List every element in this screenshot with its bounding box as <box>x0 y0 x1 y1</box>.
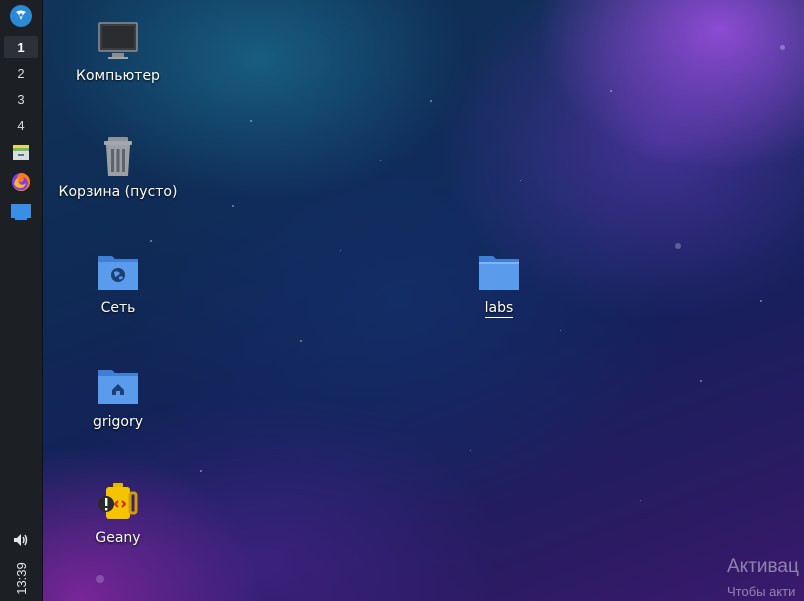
desktop-icon-trash[interactable]: Корзина (пусто) <box>58 134 178 200</box>
icon-label: Корзина (пусто) <box>58 184 178 200</box>
icon-label: Сеть <box>100 300 136 316</box>
workspace-4[interactable]: 4 <box>0 114 42 136</box>
watermark-subtitle: Чтобы акти <box>727 584 796 599</box>
firefox-icon <box>12 172 31 191</box>
clock-time: 13:39 <box>13 561 29 595</box>
icon-label: Компьютер <box>76 68 160 84</box>
network-folder-icon <box>98 256 138 290</box>
firefox-launcher[interactable] <box>0 170 42 194</box>
workspace-2[interactable]: 2 <box>0 62 42 84</box>
home-folder-icon <box>98 370 138 404</box>
workspace-3[interactable]: 3 <box>0 88 42 110</box>
desktop-icon-network[interactable]: Сеть <box>58 250 178 316</box>
applications-menu-button[interactable] <box>0 4 42 28</box>
file-manager-launcher[interactable] <box>0 140 42 164</box>
icon-label: labs <box>484 300 514 318</box>
volume-button[interactable] <box>0 530 42 550</box>
trash-icon <box>104 137 132 176</box>
icon-label: Geany <box>95 530 141 546</box>
watermark-title: Активац <box>727 556 799 577</box>
archive-icon <box>13 145 29 160</box>
icon-label: grigory <box>92 414 144 430</box>
folder-icon <box>479 256 519 290</box>
workspace-1[interactable]: 1 <box>4 36 38 58</box>
panel-clock[interactable]: 13:39 <box>0 556 42 600</box>
activation-watermark: Активац Чтобы акти <box>720 550 804 601</box>
show-desktop-launcher[interactable] <box>0 200 42 224</box>
speaker-icon <box>14 534 28 546</box>
geany-icon <box>98 483 138 519</box>
left-panel: 1 2 3 4 13:39 <box>0 0 43 601</box>
distro-logo-icon <box>10 5 32 27</box>
monitor-icon <box>98 22 138 59</box>
desktop-icon-geany[interactable]: Geany <box>58 480 178 546</box>
desktop-icon-labs[interactable]: labs <box>439 250 559 318</box>
desktop-icon-home[interactable]: grigory <box>58 364 178 430</box>
show-desktop-icon <box>11 204 31 220</box>
desktop-icon-computer[interactable]: Компьютер <box>58 18 178 84</box>
